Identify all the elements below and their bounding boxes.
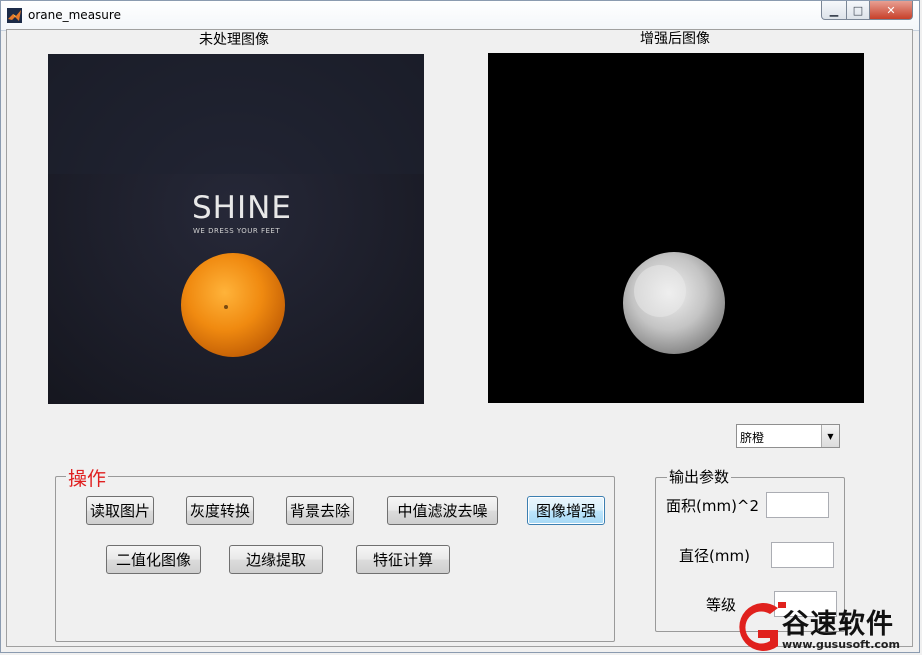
variety-select-value: 脐橙 bbox=[740, 431, 765, 445]
diameter-field[interactable] bbox=[771, 542, 834, 568]
brand-tagline: WE DRESS YOUR FEET bbox=[193, 227, 281, 235]
title-bar[interactable]: orane_measure ▁ □ ✕ bbox=[1, 1, 919, 31]
variety-select[interactable]: 脐橙 ▼ bbox=[736, 424, 840, 448]
enhanced-image-axes[interactable] bbox=[488, 53, 864, 403]
enhance-button[interactable]: 图像增强 bbox=[527, 496, 605, 525]
area-field[interactable] bbox=[766, 492, 829, 518]
watermark: 谷速软件 www.gususoft.com bbox=[726, 598, 922, 655]
enhanced-image-title: 增强后图像 bbox=[640, 31, 710, 47]
orange-fruit bbox=[181, 253, 285, 357]
remove-background-button[interactable]: 背景去除 bbox=[286, 496, 354, 525]
feature-calc-button[interactable]: 特征计算 bbox=[356, 545, 450, 574]
maximize-button[interactable]: □ bbox=[847, 1, 870, 20]
watermark-url: www.gususoft.com bbox=[782, 638, 900, 651]
output-panel-title: 输出参数 bbox=[667, 466, 732, 487]
chevron-down-icon[interactable]: ▼ bbox=[821, 425, 839, 447]
minimize-button[interactable]: ▁ bbox=[821, 1, 847, 20]
median-filter-button[interactable]: 中值滤波去噪 bbox=[387, 496, 498, 525]
raw-image-axes[interactable]: SHINE WE DRESS YOUR FEET bbox=[48, 54, 424, 404]
window-title: orane_measure bbox=[28, 8, 121, 22]
edge-extract-button[interactable]: 边缘提取 bbox=[229, 545, 323, 574]
watermark-logo-icon bbox=[739, 602, 786, 651]
close-button[interactable]: ✕ bbox=[870, 1, 913, 20]
enhanced-image-photo bbox=[488, 53, 864, 403]
diameter-label: 直径(mm) bbox=[679, 547, 750, 565]
grayscale-button[interactable]: 灰度转换 bbox=[186, 496, 254, 525]
operations-panel-title: 操作 bbox=[66, 464, 109, 491]
brand-logo-text: SHINE bbox=[192, 190, 292, 226]
read-image-button[interactable]: 读取图片 bbox=[86, 496, 154, 525]
area-label: 面积(mm)^2 bbox=[666, 497, 760, 515]
raw-image-title: 未处理图像 bbox=[199, 32, 269, 48]
binarize-button[interactable]: 二值化图像 bbox=[106, 545, 201, 574]
matlab-logo-icon bbox=[7, 8, 22, 23]
window-controls: ▁ □ ✕ bbox=[821, 1, 913, 21]
watermark-text: 谷速软件 bbox=[782, 609, 894, 640]
